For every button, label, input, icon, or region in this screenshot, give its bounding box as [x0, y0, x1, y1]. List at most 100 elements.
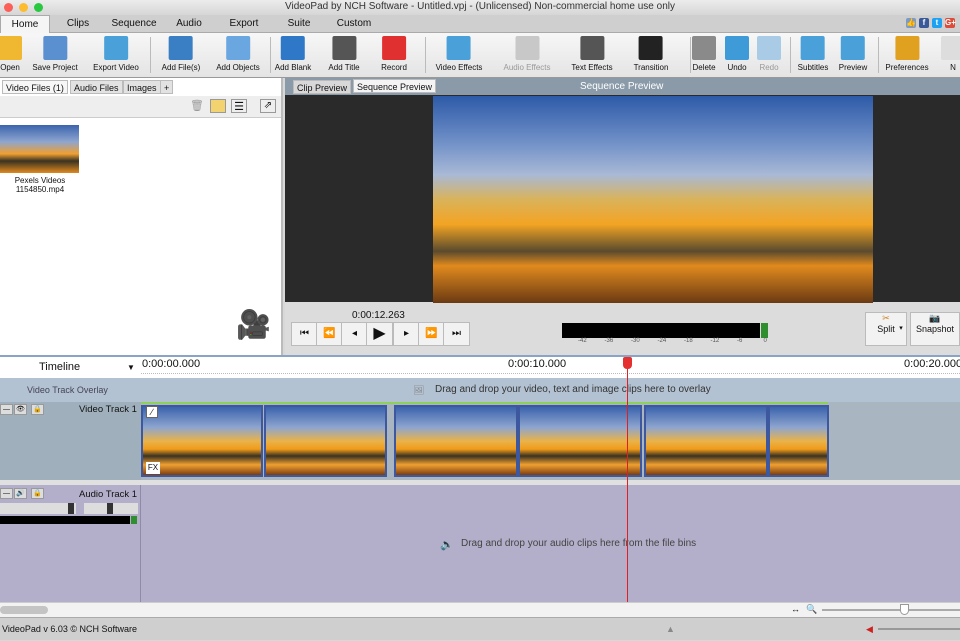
maximize-window-button[interactable] — [34, 3, 43, 12]
slider-handle[interactable] — [68, 503, 74, 514]
facebook-icon[interactable]: f — [919, 18, 929, 28]
zoom-icon[interactable]: 🔍 — [806, 604, 817, 615]
previous-clip-button[interactable]: ⏪ — [316, 322, 343, 346]
slider-handle[interactable] — [107, 503, 113, 514]
playhead[interactable] — [627, 358, 628, 602]
record-button[interactable]: Record — [381, 36, 407, 76]
expand-icon[interactable]: ▲ — [666, 618, 675, 641]
speed-curve-icon[interactable]: ∕ — [146, 406, 158, 418]
zoom-slider[interactable] — [822, 609, 960, 611]
tab-custom[interactable]: Custom — [330, 15, 378, 33]
google-plus-icon[interactable]: G+ — [945, 18, 956, 28]
preview-button[interactable]: Preview — [839, 36, 867, 76]
like-icon[interactable]: 👍 — [906, 18, 916, 28]
tab-images[interactable]: Images — [123, 80, 161, 94]
audio-track[interactable]: 🔈 Drag and drop your audio clips here fr… — [0, 485, 960, 602]
toolbar-label: Export Video — [93, 63, 139, 72]
pan-slider[interactable] — [84, 503, 138, 514]
go-to-end-button[interactable]: ⏭ — [443, 322, 470, 346]
toolbar-label: Save Project — [32, 63, 78, 72]
tab-suite[interactable]: Suite — [280, 15, 318, 33]
n-button[interactable]: N — [941, 36, 960, 76]
tab-audio-files[interactable]: Audio Files — [70, 80, 123, 94]
save-project-button[interactable]: Save Project — [32, 36, 78, 76]
subtitles-button[interactable]: Subtitles — [798, 36, 828, 76]
volume-slider[interactable] — [0, 503, 76, 514]
twitter-icon[interactable]: t — [932, 18, 942, 28]
collapse-track-button[interactable]: — — [0, 404, 13, 415]
undo-button[interactable]: Undo — [725, 36, 749, 76]
tab-clip-preview[interactable]: Clip Preview — [293, 80, 352, 94]
detach-icon[interactable]: ⇗ — [260, 99, 276, 113]
split-dropdown[interactable]: ▾ — [896, 312, 906, 346]
tab-video-files[interactable]: Video Files (1) — [2, 80, 68, 94]
transition-button[interactable]: Transition — [634, 36, 668, 76]
master-volume-slider[interactable] — [878, 628, 960, 630]
lock-icon[interactable]: 🔒 — [31, 404, 44, 415]
go-to-start-button[interactable]: ⏮ — [291, 322, 318, 346]
file-item[interactable]: Pexels Videos 1154850.mp4 — [0, 125, 80, 194]
fx-button[interactable]: FX — [146, 462, 160, 474]
export-video-button[interactable]: Export Video — [93, 36, 139, 76]
playhead-handle[interactable] — [623, 357, 632, 369]
collapse-track-button[interactable]: — — [0, 488, 13, 499]
volume-icon[interactable]: ◀ — [866, 618, 873, 641]
add-title-button[interactable]: Add Title — [328, 36, 360, 76]
tab-sequence[interactable]: Sequence — [108, 15, 160, 33]
tab-clips[interactable]: Clips — [58, 15, 98, 33]
image-icon: 🖼 — [413, 385, 425, 395]
trash-icon[interactable]: 🗑 — [190, 99, 204, 113]
timeline-scrollbar[interactable]: ↔ 🔍 — [0, 602, 960, 617]
open-button[interactable]: Open — [0, 36, 22, 76]
meter-tick: -12 — [710, 338, 720, 344]
video-track-header: — 👁 🔒 Video Track 1 — [0, 402, 141, 480]
scrollbar-thumb[interactable] — [0, 606, 48, 614]
fit-timeline-icon[interactable]: ↔ — [791, 604, 800, 614]
toolbar-label: Undo — [727, 63, 747, 72]
step-forward-button[interactable]: ▸ — [393, 322, 420, 346]
tab-export[interactable]: Export — [222, 15, 266, 33]
list-view-icon[interactable]: ☰ — [231, 99, 247, 113]
folder-icon — [0, 36, 22, 60]
next-clip-button[interactable]: ⏩ — [418, 322, 445, 346]
meter-tick: -30 — [631, 338, 640, 344]
audio-effects-button[interactable]: Audio Effects — [504, 36, 551, 76]
add-file-s-button[interactable]: Add File(s) — [162, 36, 200, 76]
minimize-window-button[interactable] — [19, 3, 28, 12]
tab-sequence-preview[interactable]: Sequence Preview — [353, 79, 437, 93]
timeline-ruler[interactable]: Timeline ▼ 0:00:00.000 0:00:10.000 0:00:… — [0, 355, 960, 378]
video-clip[interactable] — [518, 405, 642, 477]
toolbar-separator — [270, 37, 271, 73]
meter-peak — [131, 516, 137, 524]
undo-icon — [725, 36, 749, 60]
video-clip[interactable] — [264, 405, 387, 477]
text-effects-button[interactable]: Text Effects — [571, 36, 613, 76]
video-frame — [433, 96, 873, 303]
overlay-track[interactable]: Video Track Overlay 🖼 Drag and drop your… — [0, 378, 960, 402]
tab-audio[interactable]: Audio — [170, 15, 208, 33]
zoom-slider-handle[interactable] — [900, 604, 909, 615]
redo-button[interactable]: Redo — [757, 36, 781, 76]
speaker-toggle-icon[interactable]: 🔊 — [14, 488, 27, 499]
play-button[interactable]: ▶ — [366, 322, 393, 346]
delete-button[interactable]: Delete — [692, 36, 716, 76]
step-back-button[interactable]: ◂ — [341, 322, 368, 346]
toolbar-label: Text Effects — [571, 63, 613, 72]
tab-home[interactable]: Home — [0, 15, 50, 33]
add-blank-button[interactable]: Add Blank — [275, 36, 311, 76]
snapshot-button[interactable]: 📷 Snapshot — [910, 312, 960, 346]
video-clip[interactable] — [394, 405, 518, 477]
toolbar-label: Audio Effects — [503, 63, 551, 72]
preferences-button[interactable]: Preferences — [885, 36, 929, 76]
eye-icon[interactable]: 👁 — [14, 404, 27, 415]
add-bin-tab[interactable]: + — [160, 80, 174, 94]
timeline-selector[interactable]: Timeline ▼ — [0, 357, 141, 378]
video-effects-button[interactable]: Video Effects — [436, 36, 482, 76]
add-objects-button[interactable]: Add Objects — [216, 36, 260, 76]
lock-icon[interactable]: 🔒 — [31, 488, 44, 499]
new-folder-icon[interactable] — [210, 99, 226, 113]
video-clip[interactable] — [644, 405, 768, 477]
close-window-button[interactable] — [4, 3, 13, 12]
toolbar-label: Add Blank — [274, 63, 312, 72]
video-clip[interactable] — [768, 405, 829, 477]
